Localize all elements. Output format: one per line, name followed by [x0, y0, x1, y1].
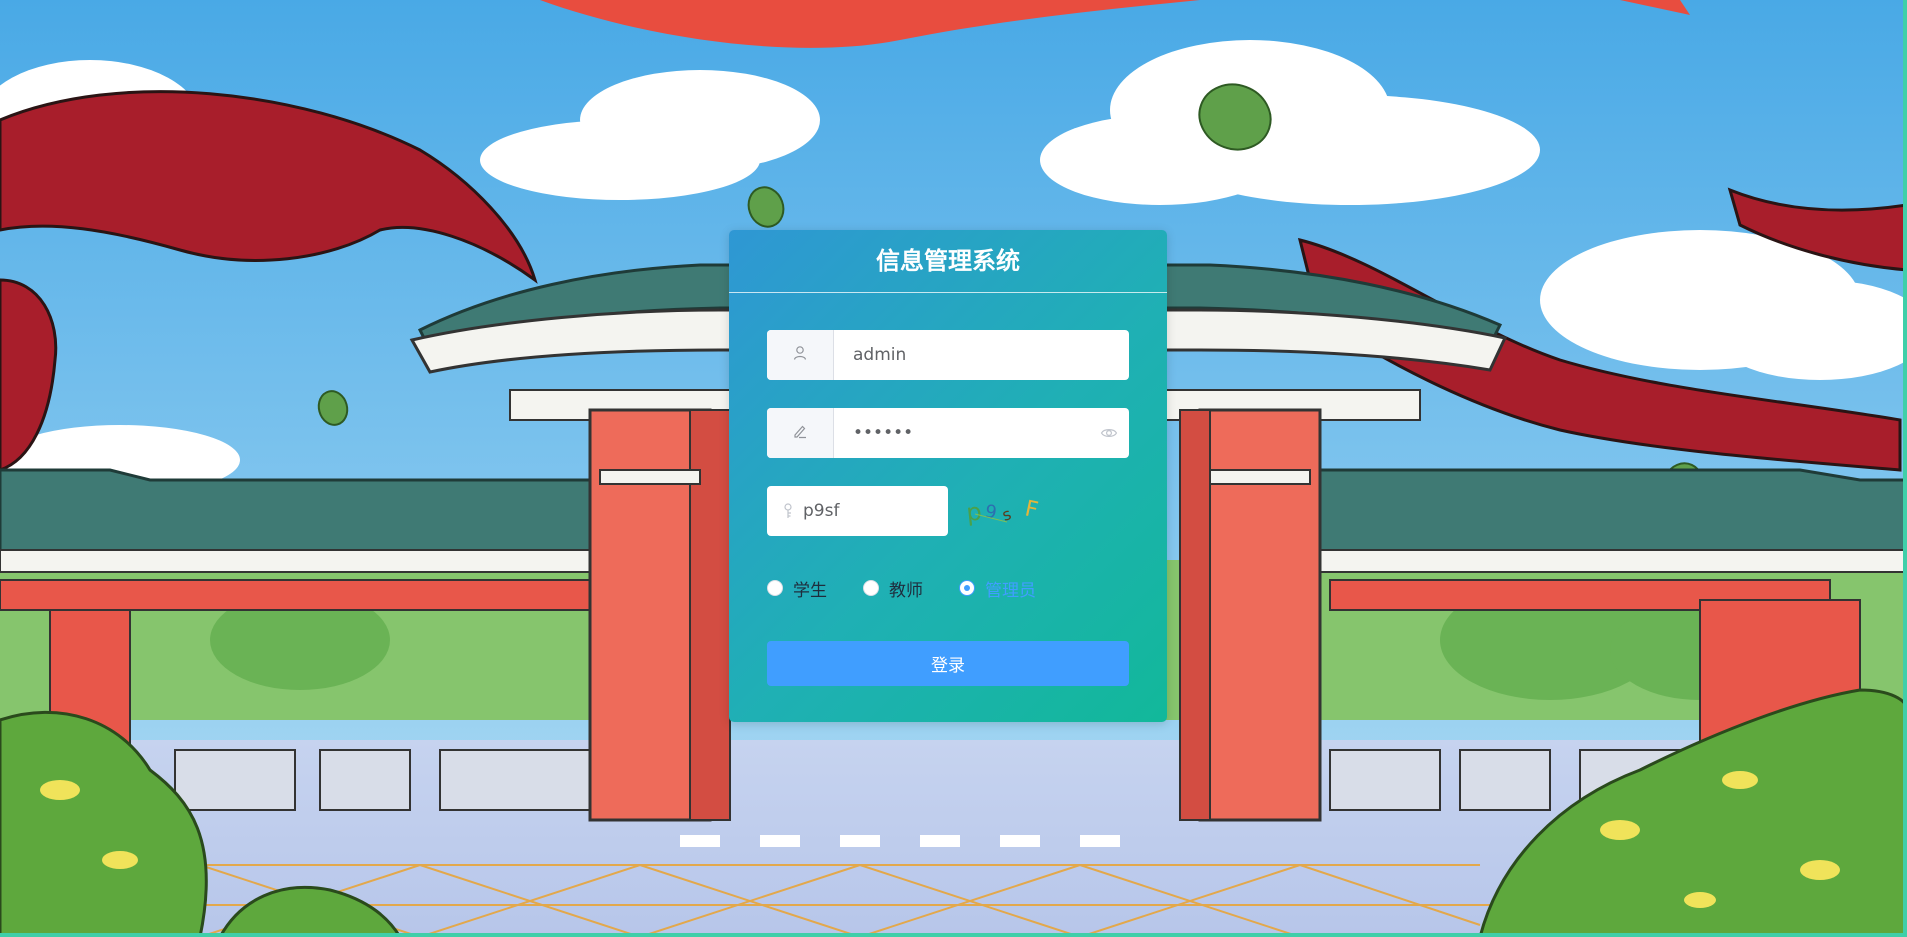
role-teacher-radio[interactable] — [863, 580, 879, 596]
role-student-option[interactable]: 学生 — [767, 576, 827, 601]
role-radio-group: 学生 教师 管理员 — [767, 576, 1072, 601]
login-card: 信息管理系统 admin •••••• p9sf p 9 s F 学生 教师 管… — [729, 230, 1167, 722]
login-button[interactable]: 登录 — [767, 641, 1129, 686]
key-icon — [781, 503, 795, 519]
captcha-value[interactable]: p9sf — [795, 501, 948, 521]
role-teacher-label[interactable]: 教师 — [889, 576, 923, 601]
edit-icon — [792, 423, 808, 443]
role-student-radio[interactable] — [767, 580, 783, 596]
role-admin-label[interactable]: 管理员 — [985, 576, 1036, 601]
password-input[interactable]: •••••• — [767, 408, 1129, 458]
role-admin-option[interactable]: 管理员 — [959, 576, 1036, 601]
eye-icon[interactable] — [1089, 424, 1129, 442]
username-input[interactable]: admin — [767, 330, 1129, 380]
role-teacher-option[interactable]: 教师 — [863, 576, 923, 601]
captcha-input[interactable]: p9sf — [767, 486, 948, 536]
svg-text:9: 9 — [983, 501, 998, 524]
username-prefix — [767, 330, 834, 380]
svg-text:F: F — [1023, 496, 1041, 523]
svg-text:p: p — [967, 498, 983, 527]
user-icon — [792, 345, 808, 365]
role-admin-radio[interactable] — [959, 580, 975, 596]
captcha-image[interactable]: p 9 s F — [965, 488, 1077, 534]
login-page: 信息管理系统 admin •••••• p9sf p 9 s F 学生 教师 管… — [0, 0, 1907, 937]
password-value[interactable]: •••••• — [834, 423, 1089, 443]
username-value[interactable]: admin — [834, 345, 1129, 365]
system-title: 信息管理系统 — [729, 230, 1167, 293]
role-student-label[interactable]: 学生 — [793, 576, 827, 601]
password-prefix — [767, 408, 834, 458]
